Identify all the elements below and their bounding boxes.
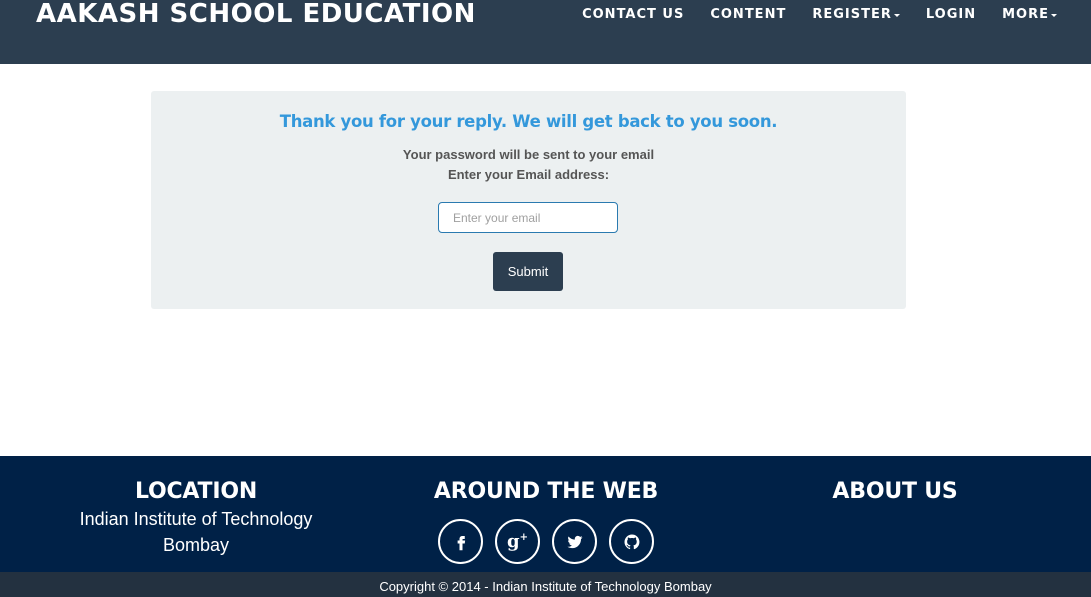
password-reset-panel: Thank you for your reply. We will get ba… [151,91,906,309]
nav-item-contact-us[interactable]: CONTACT US [569,6,697,24]
copyright-text: Copyright © 2014 - Indian Institute of T… [379,579,712,594]
nav-item-label: CONTENT [710,7,787,22]
copyright-bar: Copyright © 2014 - Indian Institute of T… [0,572,1091,597]
google-plus-icon: g+ [507,530,528,552]
footer-about-section: ABOUT US [745,456,1045,506]
footer-location-section: LOCATION Indian Institute of Technology … [46,456,346,558]
nav-item-login[interactable]: LOGIN [913,6,989,24]
email-prompt-label: Enter your Email address: [447,167,610,182]
location-line-1: Indian Institute of Technology [79,509,313,529]
nav-item-label: REGISTER [812,7,892,22]
github-icon [624,534,639,549]
nav-menu: CONTACT US CONTENT REGISTER LOGIN MORE [569,6,1057,24]
top-navbar: AAKASH SCHOOL EDUCATION CONTACT US CONTE… [0,0,1091,64]
facebook-link[interactable] [438,519,483,564]
thank-you-heading: Thank you for your reply. We will get ba… [279,112,778,131]
google-plus-link[interactable]: g+ [495,519,540,564]
nav-item-label: LOGIN [925,7,977,22]
footer-around-the-web-section: AROUND THE WEB g+ [396,456,696,564]
nav-item-content[interactable]: CONTENT [697,6,799,24]
facebook-icon [457,535,465,550]
nav-item-label: MORE [1002,7,1049,22]
nav-item-label: CONTACT US [582,7,685,22]
caret-down-icon [893,14,900,17]
submit-button[interactable]: Submit [493,252,563,291]
twitter-icon [567,535,582,548]
password-info-text: Your password will be sent to your email [402,147,655,162]
twitter-link[interactable] [552,519,597,564]
nav-item-more[interactable]: MORE [989,6,1057,24]
about-us-title[interactable]: ABOUT US [745,478,1045,506]
email-input[interactable] [438,202,618,233]
location-line-2: Bombay [162,535,230,555]
location-title: LOCATION [134,479,258,504]
nav-item-register[interactable]: REGISTER [799,6,913,24]
around-the-web-title: AROUND THE WEB [433,479,659,504]
github-link[interactable] [609,519,654,564]
social-links: g+ [396,519,696,564]
footer: LOCATION Indian Institute of Technology … [0,456,1091,572]
caret-down-icon [1051,14,1057,17]
brand-logo-text[interactable]: AAKASH SCHOOL EDUCATION [36,0,476,31]
